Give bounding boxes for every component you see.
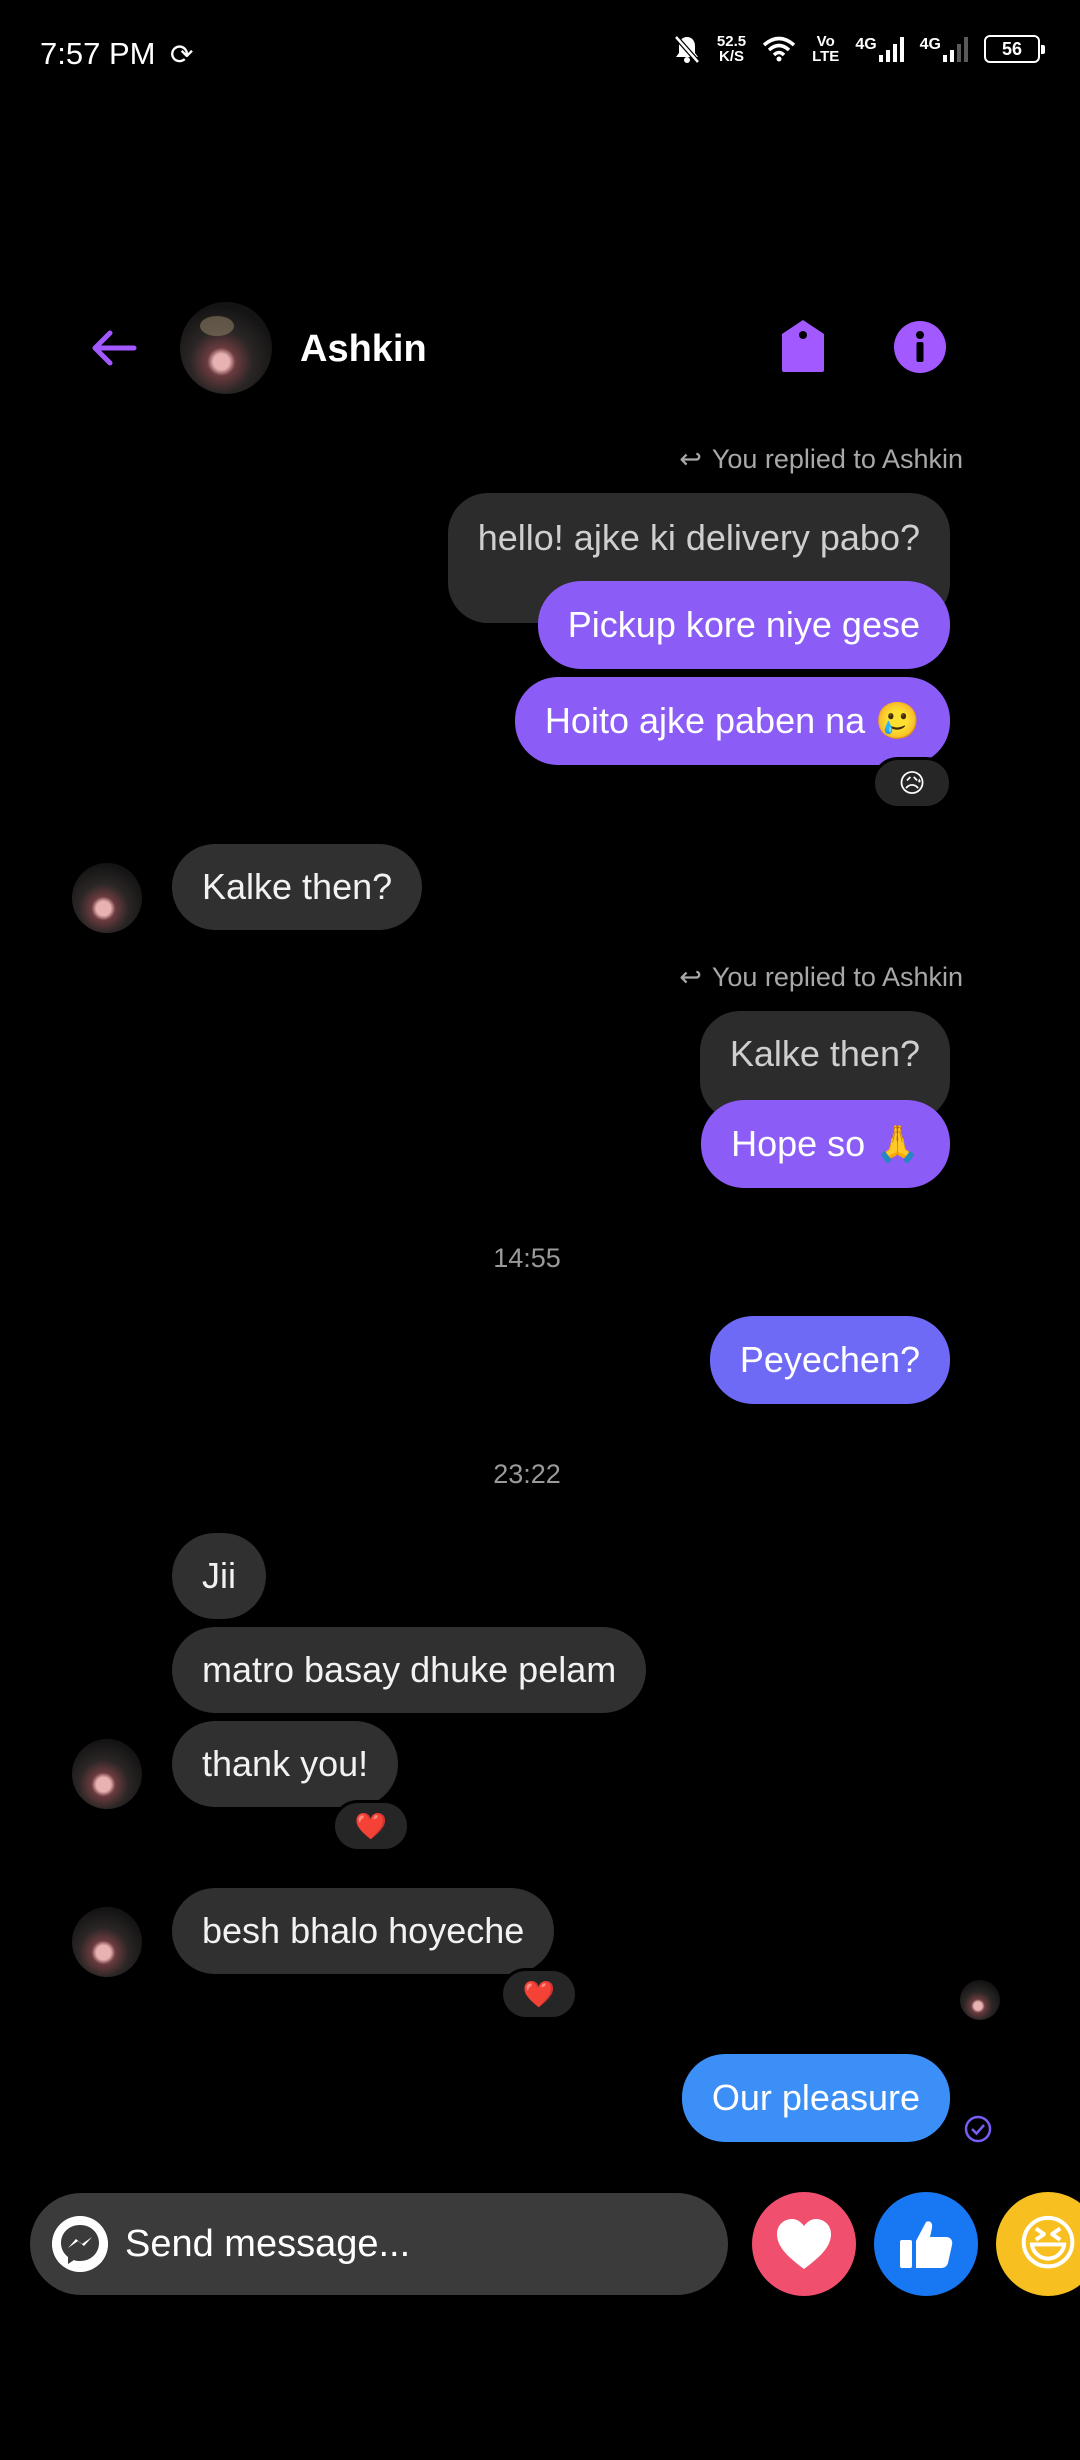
message-reaction[interactable]: 😥: [872, 757, 952, 809]
contact-avatar-small[interactable]: [72, 1907, 142, 1977]
outgoing-message[interactable]: Hope so 🙏: [701, 1100, 950, 1188]
outgoing-message-text: Hoito ajke paben na 🥲: [544, 700, 920, 741]
incoming-message[interactable]: Jii: [172, 1533, 266, 1619]
reply-note: ↩ You replied to Ashkin: [679, 444, 963, 475]
message-composer[interactable]: [30, 2193, 728, 2295]
signal-bars-1-icon: [878, 36, 904, 62]
network-type-1: 4G: [855, 36, 877, 53]
tag-icon[interactable]: [778, 318, 828, 374]
mute-bell-icon: [674, 35, 700, 64]
timestamp: 14:55: [493, 1243, 561, 1273]
incoming-message[interactable]: besh bhalo hoyeche: [172, 1888, 555, 1974]
contact-name[interactable]: Ashkin: [300, 328, 427, 371]
network-speed: 52.5 K/S: [717, 34, 746, 64]
reply-arrow-icon: ↩: [679, 444, 702, 474]
emoji-button[interactable]: 😆: [996, 2192, 1080, 2296]
outgoing-message[interactable]: Our pleasure: [681, 2054, 950, 2142]
volte-top: Vo: [816, 33, 835, 50]
reply-note-text: You replied to Ashkin: [711, 962, 963, 992]
info-icon[interactable]: [893, 320, 947, 374]
reply-note: ↩ You replied to Ashkin: [679, 962, 963, 993]
love-button[interactable]: [752, 2192, 856, 2296]
outgoing-message[interactable]: Hoito ajke paben na 🥲: [514, 677, 950, 765]
incoming-message[interactable]: Kalke then?: [172, 844, 423, 930]
thumbs-up-icon: [900, 2221, 953, 2268]
incoming-message[interactable]: thank you!: [172, 1721, 399, 1807]
reaction-heart-icon: ❤️: [354, 1812, 388, 1842]
message-reaction[interactable]: ❤️: [500, 1968, 578, 2020]
chat-header: Ashkin: [0, 290, 1080, 405]
outgoing-message[interactable]: Pickup kore niye gese: [537, 581, 950, 669]
like-button[interactable]: [874, 2192, 978, 2296]
contact-avatar-small[interactable]: [72, 863, 142, 933]
network-type-2: 4G: [919, 36, 941, 53]
outgoing-message[interactable]: Peyechen?: [709, 1316, 950, 1404]
back-arrow-icon[interactable]: [86, 320, 142, 376]
contact-avatar-small[interactable]: [72, 1739, 142, 1809]
sync-icon: ⟳: [170, 39, 194, 70]
volte-bottom: LTE: [812, 48, 840, 65]
delivered-check-icon: [964, 2115, 992, 2143]
network-speed-unit: K/S: [718, 48, 744, 65]
incoming-message[interactable]: matro basay dhuke pelam: [172, 1627, 647, 1713]
reply-note-text: You replied to Ashkin: [711, 444, 963, 474]
status-bar: 7:57 PM ⟳ 52.5 K/S Vo LTE 4G 4G 56: [0, 0, 1080, 110]
wifi-icon: [762, 36, 796, 62]
reply-arrow-icon: ↩: [679, 962, 702, 992]
heart-icon: [777, 2219, 831, 2269]
message-reaction[interactable]: ❤️: [332, 1800, 410, 1852]
message-input[interactable]: [125, 2193, 705, 2295]
signal-2: 4G: [920, 36, 968, 62]
reaction-sad-icon: 😥: [898, 769, 926, 799]
battery-indicator: 56: [984, 35, 1045, 63]
signal-bars-2-icon: [943, 36, 968, 62]
signal-1: 4G: [855, 36, 904, 62]
volte-indicator: Vo LTE: [812, 34, 839, 64]
timestamp: 23:22: [493, 1459, 561, 1489]
status-icons: 52.5 K/S Vo LTE 4G 4G 56: [673, 34, 1045, 64]
seen-avatar: [960, 1980, 1000, 2020]
messenger-logo-icon: [52, 2216, 108, 2272]
laughing-emoji-icon: 😆: [1016, 2209, 1080, 2279]
reaction-heart-icon: ❤️: [522, 1980, 556, 2010]
network-speed-value: 52.5: [716, 33, 747, 50]
contact-avatar[interactable]: [180, 302, 272, 394]
status-time: 7:57 PM: [40, 36, 156, 71]
